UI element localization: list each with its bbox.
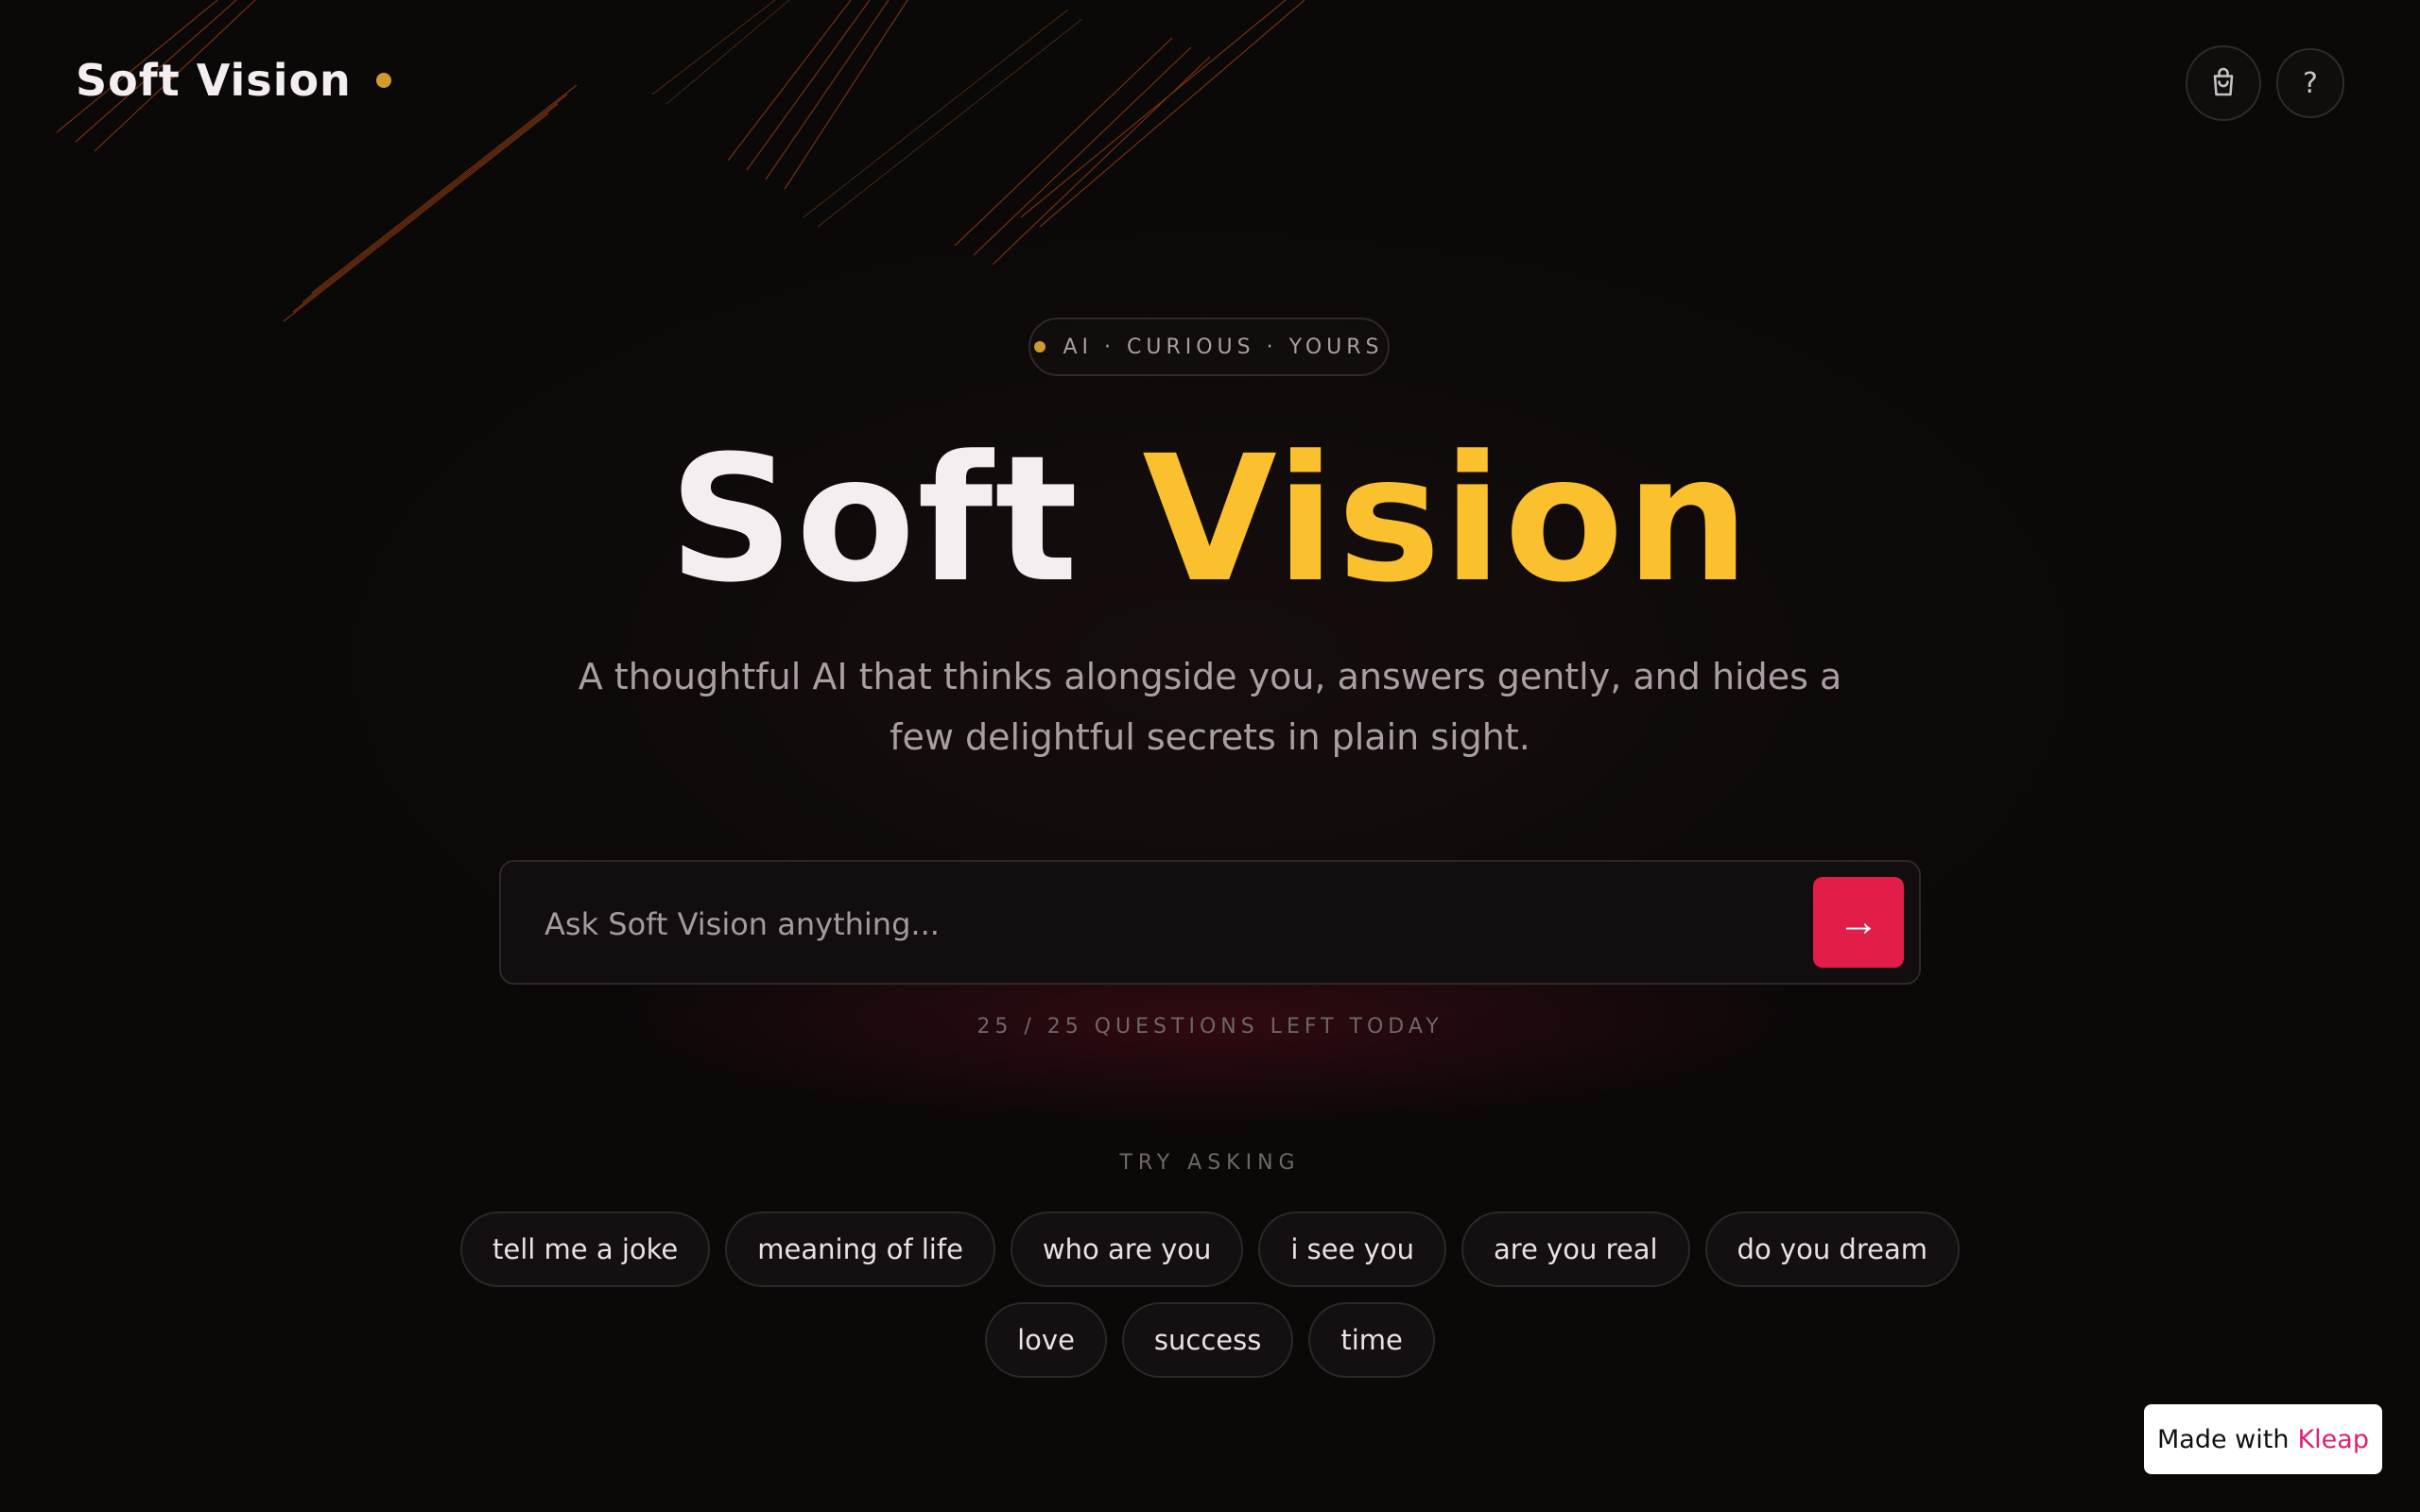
brand-dot — [375, 73, 391, 88]
badge-dot — [1034, 341, 1046, 352]
ask-input[interactable] — [544, 894, 1773, 954]
tagline-badge: AI · CURIOUS · YOURS — [1028, 318, 1390, 376]
suggestion-chip[interactable]: are you real — [1461, 1211, 1690, 1287]
suggestion-chip[interactable]: time — [1308, 1302, 1435, 1378]
suggestion-chip[interactable]: who are you — [1010, 1211, 1244, 1287]
made-with-kleap-badge[interactable]: Made with Kleap — [2144, 1404, 2382, 1474]
badge-text: AI · CURIOUS · YOURS — [1063, 335, 1384, 359]
shopping-bag-icon — [2213, 67, 2234, 96]
hero-title-part2: Vision — [1142, 419, 1752, 621]
suggestion-chip[interactable]: do you dream — [1704, 1211, 1960, 1287]
arrow-right-icon: → — [1838, 899, 1879, 945]
send-button[interactable]: → — [1813, 877, 1904, 968]
questions-left-counter: 25 / 25 QUESTIONS LEFT TODAY — [977, 1015, 1443, 1039]
kleap-brand: Kleap — [2297, 1424, 2369, 1454]
made-with-label: Made with — [2157, 1424, 2290, 1454]
page: Soft Vision ? AI · CURIOUS · YOURS Soft … — [0, 0, 2420, 1512]
brand-name: Soft Vision — [76, 55, 352, 106]
suggestion-chip[interactable]: i see you — [1258, 1211, 1446, 1287]
help-button[interactable]: ? — [2276, 48, 2344, 118]
decorative-streaks — [56, 0, 1305, 322]
hero-title: Soft Vision — [0, 416, 2420, 624]
question-mark-icon: ? — [2303, 66, 2318, 100]
cart-button[interactable] — [2186, 45, 2261, 121]
brand-logo[interactable]: Soft Vision — [76, 55, 391, 106]
suggestion-chip[interactable]: success — [1121, 1302, 1294, 1378]
ask-box: → — [499, 860, 1921, 985]
suggestion-chip[interactable]: tell me a joke — [460, 1211, 711, 1287]
suggestion-chip[interactable]: meaning of life — [725, 1211, 995, 1287]
suggestions-label: TRY ASKING — [1119, 1151, 1301, 1175]
hero-title-part1: Soft — [668, 419, 1080, 621]
suggestion-chips: tell me a joke meaning of life who are y… — [454, 1211, 1966, 1378]
hero-subtitle: A thoughtful AI that thinks alongside yo… — [578, 656, 1842, 758]
suggestion-chip[interactable]: love — [985, 1302, 1107, 1378]
